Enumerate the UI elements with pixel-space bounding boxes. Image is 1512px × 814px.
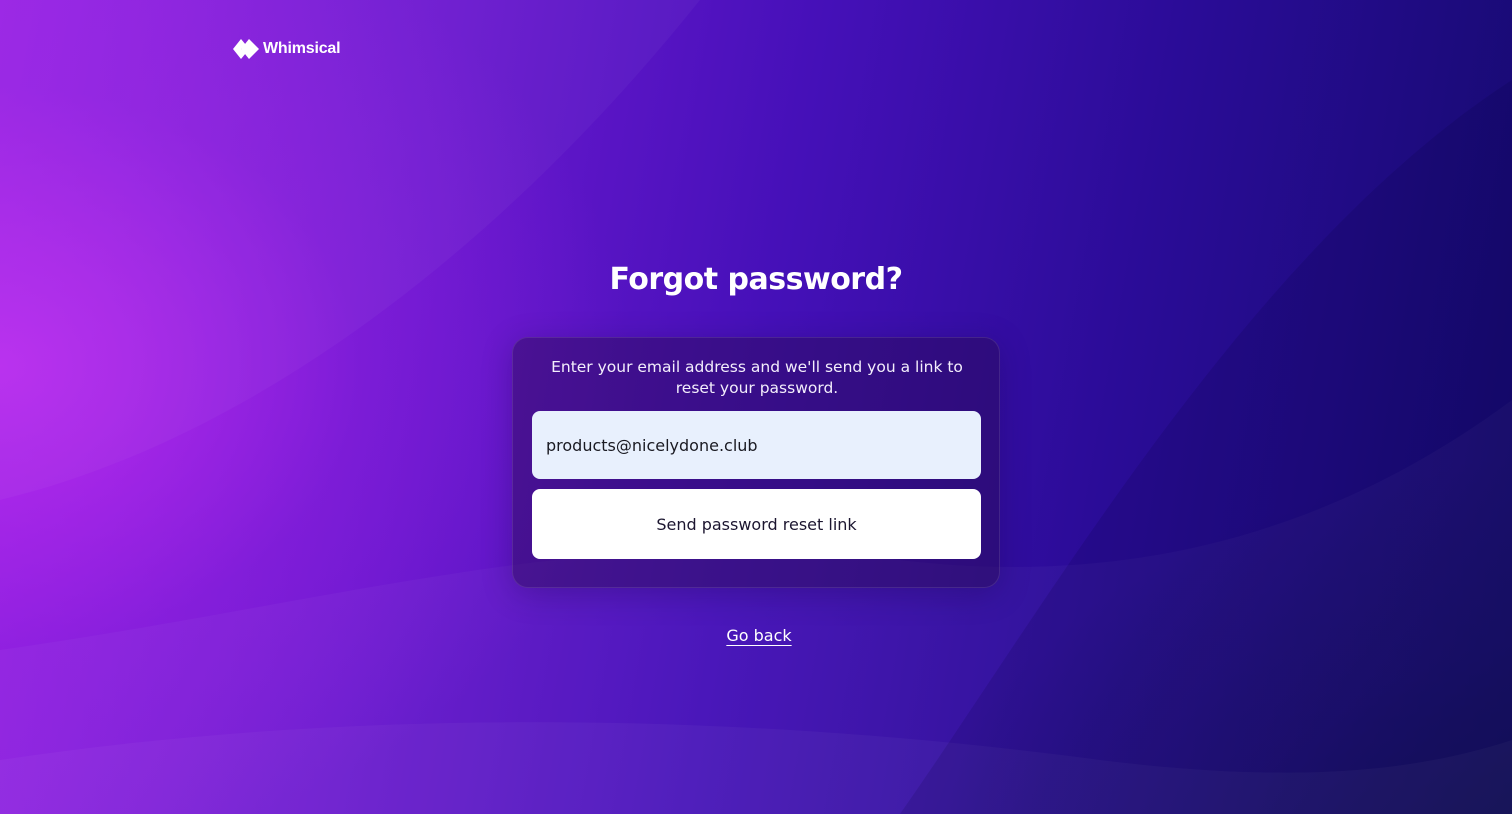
email-input[interactable] <box>532 411 981 479</box>
brand-name: Whimsical <box>263 40 341 57</box>
go-back-link[interactable]: Go back <box>726 626 791 645</box>
page-title: Forgot password? <box>609 262 903 297</box>
whimsical-diamond-logo-icon <box>233 39 259 59</box>
go-back-container: Go back <box>0 626 1512 646</box>
reset-password-card: Enter your email address and we'll send … <box>512 337 1000 588</box>
whimsical-logo[interactable]: Whimsical <box>232 38 341 60</box>
form-description: Enter your email address and we'll send … <box>551 358 963 397</box>
send-reset-link-button[interactable]: Send password reset link <box>532 489 981 559</box>
